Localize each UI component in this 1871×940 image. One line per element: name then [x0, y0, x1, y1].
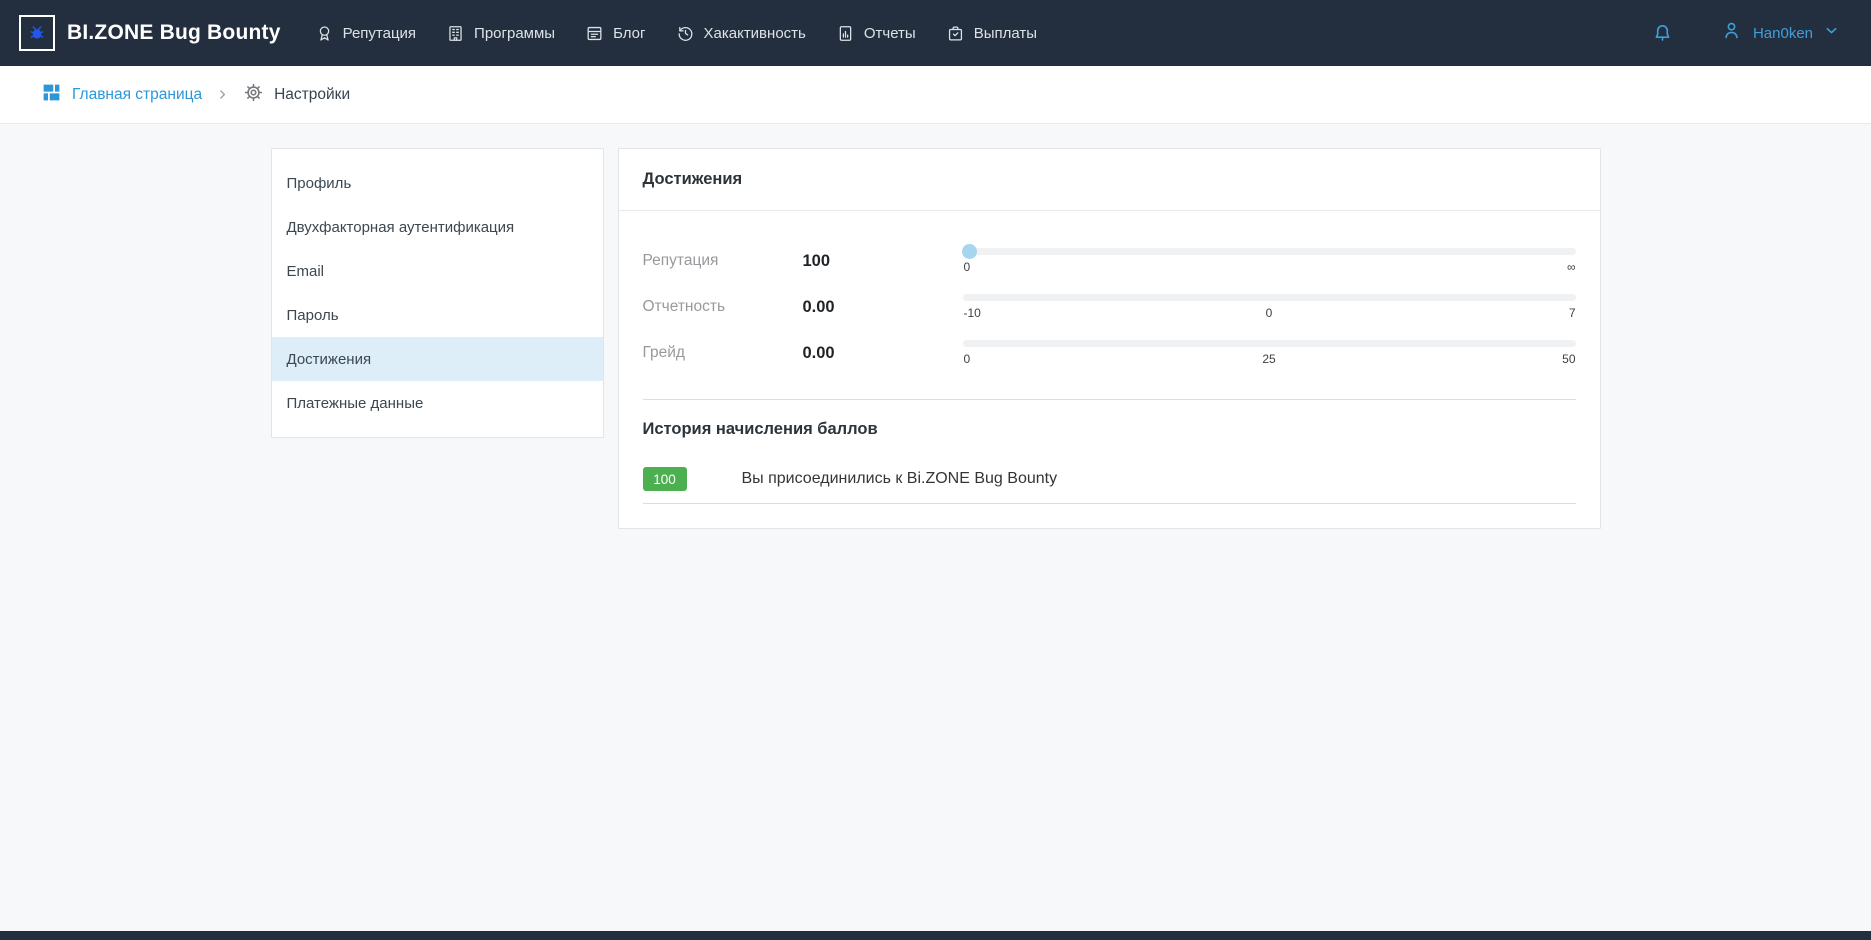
- person-icon: [1720, 19, 1743, 47]
- nav-item-blog[interactable]: Блог: [585, 24, 645, 43]
- scale-max-label: 50: [1562, 352, 1575, 366]
- nav-item-programs[interactable]: Программы: [446, 24, 555, 43]
- nav-item-label: Выплаты: [974, 25, 1037, 42]
- slider-scale: -10 0 7: [963, 306, 1576, 320]
- scale-min-label: 0: [964, 260, 971, 274]
- nav-item-label: Репутация: [343, 25, 416, 42]
- breadcrumb-home-link[interactable]: Главная страница: [41, 82, 202, 108]
- payments-icon: [946, 24, 965, 43]
- gear-icon: [243, 82, 264, 108]
- points-badge: 100: [643, 467, 687, 491]
- sidebar-item-label: Платежные данные: [287, 395, 424, 412]
- sidebar-item-label: Двухфакторная аутентификация: [287, 219, 515, 236]
- nav-item-hacktivity[interactable]: Хакактивность: [676, 24, 806, 43]
- metric-value: 0.00: [803, 344, 963, 363]
- brand[interactable]: BI.ZONE Bug Bounty: [19, 15, 281, 51]
- slider-handle[interactable]: [962, 244, 977, 259]
- sidebar-item-label: Достижения: [287, 351, 372, 368]
- history-icon: [676, 24, 695, 43]
- settings-sidebar: Профиль Двухфакторная аутентификация Ema…: [271, 148, 604, 438]
- panel-header: Достижения: [619, 149, 1600, 211]
- breadcrumb-current-label: Настройки: [274, 86, 350, 104]
- sidebar-item-2fa[interactable]: Двухфакторная аутентификация: [272, 205, 603, 249]
- metric-value: 0.00: [803, 298, 963, 317]
- reporting-slider: -10 0 7: [963, 294, 1576, 320]
- nav-item-label: Хакактивность: [704, 25, 806, 42]
- slider-track: [963, 340, 1576, 347]
- slider-track: [963, 248, 1576, 255]
- sidebar-item-payment-details[interactable]: Платежные данные: [272, 381, 603, 425]
- nav-item-reputation[interactable]: Репутация: [315, 24, 416, 43]
- points-history-section: История начисления баллов 100 Вы присоед…: [619, 400, 1600, 528]
- scale-mid-label: 0: [1266, 306, 1273, 320]
- history-entry: 100 Вы присоединились к Bi.ZONE Bug Boun…: [643, 467, 1576, 504]
- bizone-bug-logo-icon: [19, 15, 55, 51]
- slider-scale: 0 25 50: [963, 352, 1576, 366]
- sidebar-item-email[interactable]: Email: [272, 249, 603, 293]
- breadcrumb-separator-icon: [216, 88, 229, 101]
- metric-row-reporting: Отчетность 0.00 -10 0 7: [643, 287, 1576, 327]
- achievements-panel: Достижения Репутация 100 0 ∞ О: [618, 148, 1601, 529]
- dashboard-grid-icon: [41, 82, 62, 108]
- breadcrumb-current: Настройки: [243, 82, 350, 108]
- page-title: Достижения: [643, 170, 1576, 189]
- metric-label: Отчетность: [643, 298, 803, 316]
- report-icon: [836, 24, 855, 43]
- metric-label: Грейд: [643, 344, 803, 362]
- footer-edge: [0, 931, 1871, 940]
- scale-mid-label: 25: [1262, 352, 1275, 366]
- main-menu: Репутация Программы Блог: [315, 24, 1037, 43]
- slider-scale: 0 ∞: [963, 260, 1576, 274]
- nav-right-controls: Han0ken: [1651, 19, 1840, 47]
- settings-page: Профиль Двухфакторная аутентификация Ema…: [271, 124, 1601, 529]
- metric-value: 100: [803, 252, 963, 271]
- user-menu[interactable]: Han0ken: [1720, 19, 1840, 47]
- user-name: Han0ken: [1753, 25, 1813, 42]
- scale-min-label: -10: [964, 306, 981, 320]
- scale-max-label: 7: [1569, 306, 1576, 320]
- breadcrumb-home-label: Главная страница: [72, 86, 202, 104]
- metrics-section: Репутация 100 0 ∞ Отчетность 0.00: [643, 211, 1576, 400]
- sidebar-item-label: Профиль: [287, 175, 352, 192]
- sidebar-item-label: Пароль: [287, 307, 339, 324]
- medal-icon: [315, 24, 334, 43]
- notifications-bell-icon[interactable]: [1651, 22, 1674, 45]
- history-entry-text: Вы присоединились к Bi.ZONE Bug Bounty: [742, 470, 1058, 488]
- top-navigation: BI.ZONE Bug Bounty Репутация Программы: [0, 0, 1871, 66]
- breadcrumb: Главная страница Настройки: [0, 66, 1871, 124]
- nav-item-label: Программы: [474, 25, 555, 42]
- brand-title: BI.ZONE Bug Bounty: [67, 21, 281, 45]
- nav-item-payouts[interactable]: Выплаты: [946, 24, 1037, 43]
- sidebar-item-label: Email: [287, 263, 325, 280]
- sidebar-item-profile[interactable]: Профиль: [272, 161, 603, 205]
- reputation-slider: 0 ∞: [963, 248, 1576, 274]
- slider-track: [963, 294, 1576, 301]
- metric-row-reputation: Репутация 100 0 ∞: [643, 241, 1576, 281]
- nav-item-label: Отчеты: [864, 25, 916, 42]
- metric-label: Репутация: [643, 252, 803, 270]
- nav-item-label: Блог: [613, 25, 645, 42]
- scale-min-label: 0: [964, 352, 971, 366]
- nav-item-reports[interactable]: Отчеты: [836, 24, 916, 43]
- sidebar-item-password[interactable]: Пароль: [272, 293, 603, 337]
- building-icon: [446, 24, 465, 43]
- sidebar-item-achievements[interactable]: Достижения: [272, 337, 603, 381]
- points-history-title: История начисления баллов: [643, 420, 1576, 439]
- grade-slider: 0 25 50: [963, 340, 1576, 366]
- metric-row-grade: Грейд 0.00 0 25 50: [643, 333, 1576, 373]
- blog-icon: [585, 24, 604, 43]
- chevron-down-icon: [1823, 22, 1840, 44]
- scale-max-label: ∞: [1567, 260, 1576, 274]
